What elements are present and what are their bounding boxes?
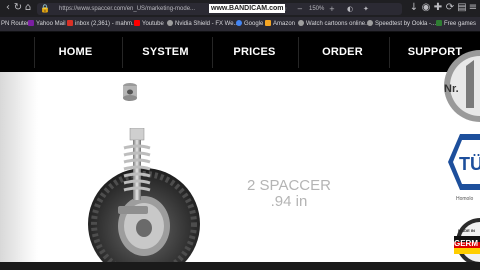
- nav-system[interactable]: SYSTEM: [122, 37, 208, 68]
- tuv-badge: TÜ: [448, 134, 480, 190]
- download-icon[interactable]: ↓: [408, 2, 420, 14]
- made-in-germany-badge: MADE IN GERM: [454, 218, 480, 266]
- nr1-text: Nr.: [444, 83, 459, 95]
- bookmark-item[interactable]: Youtube: [134, 17, 164, 31]
- product-caption: 2 SPACCER .94 in: [214, 178, 364, 210]
- youtube-icon: [134, 20, 140, 26]
- germany-text: GERM: [454, 239, 478, 248]
- caption-line-2: .94 in: [270, 193, 308, 210]
- globe-icon: [298, 20, 304, 26]
- google-icon: [236, 20, 242, 26]
- bookmark-item[interactable]: PN Router: [1, 17, 29, 31]
- folder-icon: [436, 20, 442, 26]
- nav-home[interactable]: HOME: [34, 37, 116, 68]
- site-navigation: HOME SYSTEM PRICES ORDER SUPPORT: [0, 32, 480, 72]
- bookmark-item[interactable]: Speedtest by Ookla -...: [367, 17, 436, 31]
- bookmark-item[interactable]: inbox (2,361) - mahm...: [67, 17, 137, 31]
- nav-order[interactable]: ORDER: [298, 37, 386, 68]
- bookmark-item[interactable]: Free games: [436, 17, 476, 31]
- lock-icon[interactable]: 🔒: [40, 3, 50, 15]
- made-in-text: MADE IN: [458, 228, 475, 233]
- account-icon[interactable]: ◉: [420, 2, 432, 14]
- minus-icon[interactable]: −: [297, 3, 303, 15]
- bookmark-item[interactable]: Nvidia Shield - FX We...: [167, 17, 239, 31]
- extension-icon[interactable]: ✚: [432, 2, 444, 14]
- browser-toolbar: ‹ ↻ ⌂ 🔒 https://www.spaccer.com/en_US/ma…: [0, 0, 480, 17]
- shield-icon[interactable]: ◐: [347, 3, 353, 15]
- spacer-thumbnail-image[interactable]: [118, 80, 142, 106]
- globe-icon: [167, 20, 173, 26]
- nav-prices[interactable]: PRICES: [212, 37, 296, 68]
- tuv-text: TÜ: [459, 154, 480, 174]
- left-shadow: [0, 72, 38, 270]
- url-text[interactable]: https://www.spaccer.com/en_US/marketing-…: [59, 3, 195, 15]
- nr1-badge: Nr.: [444, 50, 480, 122]
- bookmark-item[interactable]: Yahoo Mail: [28, 17, 66, 31]
- bookmark-item[interactable]: Amazon: [265, 17, 295, 31]
- bookmarks-bar: PN Router Yahoo Mail inbox (2,361) - mah…: [0, 17, 480, 32]
- gmail-icon: [67, 20, 73, 26]
- globe-icon: [367, 20, 373, 26]
- mail-icon: [28, 20, 34, 26]
- main-content: [0, 72, 440, 270]
- zoom-level: 150%: [309, 6, 325, 12]
- puzzle-icon[interactable]: ✦: [363, 3, 369, 15]
- bookmark-item[interactable]: Google: [236, 17, 263, 31]
- bottom-strip: [0, 262, 480, 270]
- amazon-icon: [265, 20, 271, 26]
- menu-icon[interactable]: ≡: [467, 2, 479, 14]
- plus-icon[interactable]: +: [329, 3, 335, 15]
- bookmark-item[interactable]: Watch cartoons online...: [298, 17, 370, 31]
- caption-line-1: 2 SPACCER: [247, 177, 331, 194]
- bandicam-watermark: www.BANDICAM.com: [209, 4, 286, 13]
- wheel-suspension-image: [88, 128, 200, 270]
- screen: ‹ ↻ ⌂ 🔒 https://www.spaccer.com/en_US/ma…: [0, 0, 480, 270]
- sync-icon[interactable]: ⟳: [444, 2, 456, 14]
- home-icon[interactable]: ⌂: [22, 2, 34, 14]
- homolog-label: Homolo: [456, 196, 474, 202]
